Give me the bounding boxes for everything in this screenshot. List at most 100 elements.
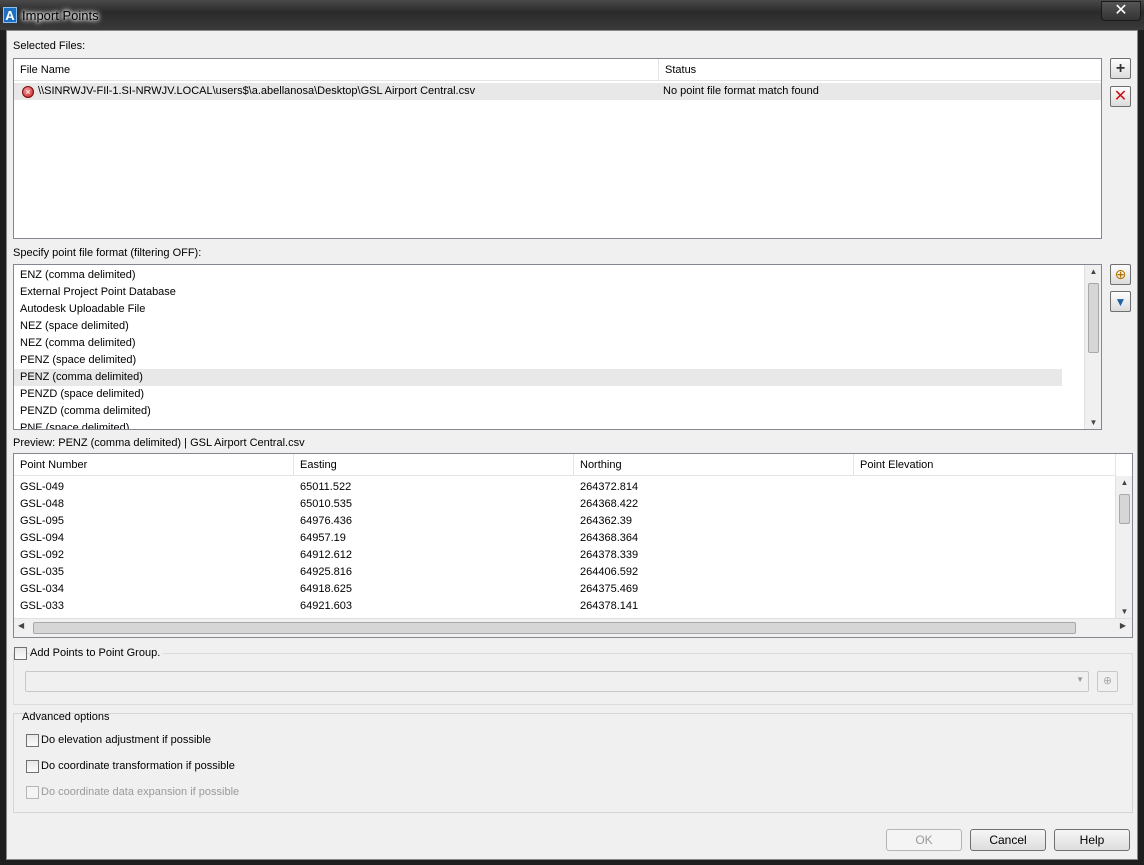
format-item-label: PENZ (space delimited)	[20, 354, 137, 366]
remove-file-button[interactable]: ✕	[1110, 86, 1131, 107]
dropdown-arrow-icon[interactable]: ▼	[1076, 675, 1084, 684]
format-item[interactable]: External Project Point Database	[14, 284, 1062, 301]
preview-cell: 264362.39	[580, 515, 632, 527]
add-file-button[interactable]: +	[1110, 58, 1131, 79]
preview-cell: 264406.592	[580, 566, 639, 578]
format-item-label: PENZD (comma delimited)	[20, 405, 151, 417]
format-item[interactable]: Autodesk Uploadable File	[14, 301, 1062, 318]
format-item[interactable]: PENZ (space delimited)	[14, 352, 1062, 369]
preview-cell: 64912.612	[300, 549, 352, 561]
preview-cell: 264372.814	[580, 481, 639, 493]
preview-horizontal-scrollbar[interactable]: ◀ ▶	[14, 618, 1132, 637]
preview-cell: 264368.422	[580, 498, 639, 510]
column-header-file-name[interactable]: File Name	[14, 59, 659, 81]
elevation-adjustment-checkbox[interactable]	[26, 734, 39, 747]
format-item-label: External Project Point Database	[20, 286, 176, 298]
preview-row[interactable]: GSL-094 64957.19 264368.364	[14, 530, 1114, 547]
ok-button[interactable]: OK	[886, 829, 962, 851]
preview-row[interactable]: GSL-049 65011.522 264372.814	[14, 479, 1114, 496]
column-header-status[interactable]: Status	[659, 59, 1101, 81]
preview-table[interactable]: Point Number Easting Northing Point Elev…	[13, 453, 1133, 638]
cancel-button[interactable]: Cancel	[970, 829, 1046, 851]
format-item-label: PENZ (comma delimited)	[20, 371, 143, 383]
column-header-northing[interactable]: Northing	[574, 454, 854, 476]
window-title: Import Points	[22, 8, 99, 23]
import-points-dialog: Selected Files: File Name Status × \\SIN…	[6, 30, 1138, 860]
preview-cell: 65010.535	[300, 498, 352, 510]
preview-cell: 264368.364	[580, 532, 639, 544]
preview-cell: 65011.522	[300, 481, 352, 493]
format-item[interactable]: NEZ (comma delimited)	[14, 335, 1062, 352]
format-filter-button[interactable]: ▼	[1110, 291, 1131, 312]
preview-cell: GSL-092	[20, 549, 65, 561]
format-item[interactable]: PNE (space delimited)	[14, 420, 1062, 430]
coordinate-transformation-label: Do coordinate transformation if possible	[41, 760, 235, 772]
preview-scroll-right-icon[interactable]: ▶	[1120, 621, 1126, 630]
preview-cell: GSL-094	[20, 532, 65, 544]
preview-cell: 264378.141	[580, 600, 639, 612]
preview-label: Preview: PENZ (comma delimited) | GSL Ai…	[13, 437, 305, 449]
scroll-up-arrow-icon[interactable]: ▲	[1085, 267, 1101, 276]
preview-vscroll-thumb[interactable]	[1119, 494, 1130, 524]
preview-cell: 64976.436	[300, 515, 352, 527]
help-button[interactable]: Help	[1054, 829, 1130, 851]
format-item-label: PNE (space delimited)	[20, 422, 130, 430]
preview-vertical-scrollbar[interactable]: ▲ ▼	[1115, 476, 1132, 618]
filter-icon: ▼	[1114, 295, 1127, 309]
preview-cell: 64957.19	[300, 532, 346, 544]
selected-files-label: Selected Files:	[13, 40, 86, 52]
file-row[interactable]: × \\SINRWJV-FIl-1.SI-NRWJV.LOCAL\users$\…	[14, 83, 1101, 100]
preview-cell: GSL-048	[20, 498, 65, 510]
preview-row[interactable]: GSL-095 64976.436 264362.39	[14, 513, 1114, 530]
preview-scroll-up-icon[interactable]: ▲	[1116, 478, 1132, 487]
point-group-dropdown[interactable]: ▼	[25, 671, 1089, 692]
point-file-format-manager-button[interactable]: ⊕	[1110, 264, 1131, 285]
preview-scroll-down-icon[interactable]: ▼	[1116, 607, 1132, 616]
preview-hscroll-thumb[interactable]	[33, 622, 1076, 634]
preview-scroll-left-icon[interactable]: ◀	[18, 621, 24, 630]
preview-row[interactable]: GSL-092 64912.612 264378.339	[14, 547, 1114, 564]
preview-cell: 64918.625	[300, 583, 352, 595]
format-item[interactable]: NEZ (space delimited)	[14, 318, 1062, 335]
format-item[interactable]: ENZ (comma delimited)	[14, 267, 1062, 284]
selected-files-list[interactable]: File Name Status × \\SINRWJV-FIl-1.SI-NR…	[13, 58, 1102, 239]
format-item-label: NEZ (comma delimited)	[20, 337, 136, 349]
elevation-adjustment-label: Do elevation adjustment if possible	[41, 734, 211, 746]
coordinate-data-expansion-checkbox[interactable]	[26, 786, 39, 799]
column-header-easting[interactable]: Easting	[294, 454, 574, 476]
pick-point-group-button[interactable]: ⊕	[1097, 671, 1118, 692]
preview-row[interactable]: GSL-035 64925.816 264406.592	[14, 564, 1114, 581]
scrollbar-thumb[interactable]	[1088, 283, 1099, 353]
advanced-options-title: Advanced options	[22, 711, 110, 723]
format-item-label: ENZ (comma delimited)	[20, 269, 136, 281]
file-status: No point file format match found	[663, 85, 819, 97]
preview-cell: GSL-034	[20, 583, 65, 595]
format-item[interactable]: PENZ (comma delimited)	[14, 369, 1062, 386]
format-item-label: Autodesk Uploadable File	[20, 303, 146, 315]
preview-cell: 264378.339	[580, 549, 639, 561]
column-header-point-elevation[interactable]: Point Elevation	[854, 454, 1116, 476]
preview-cell: 264375.469	[580, 583, 639, 595]
add-points-to-group-label: Add Points to Point Group.	[30, 647, 164, 659]
add-points-to-group-checkbox[interactable]	[14, 647, 27, 660]
format-item-label: NEZ (space delimited)	[20, 320, 129, 332]
preview-cell: GSL-095	[20, 515, 65, 527]
format-item[interactable]: PENZD (comma delimited)	[14, 403, 1062, 420]
error-icon: ×	[22, 86, 34, 98]
pick-in-drawing-icon: ⊕	[1102, 675, 1113, 687]
point-file-format-list[interactable]: ENZ (comma delimited) External Project Po…	[13, 264, 1102, 430]
preview-row[interactable]: GSL-034 64918.625 264375.469	[14, 581, 1114, 598]
format-item[interactable]: PENZD (space delimited)	[14, 386, 1062, 403]
column-header-point-number[interactable]: Point Number	[14, 454, 294, 476]
close-button[interactable]: ✕	[1101, 1, 1141, 21]
coordinate-data-expansion-label: Do coordinate data expansion if possible	[41, 786, 240, 798]
format-list-scrollbar[interactable]: ▲ ▼	[1084, 265, 1101, 429]
scroll-down-arrow-icon[interactable]: ▼	[1085, 418, 1101, 427]
file-name: \\SINRWJV-FIl-1.SI-NRWJV.LOCAL\users$\a.…	[38, 85, 476, 97]
coordinate-transformation-checkbox[interactable]	[26, 760, 39, 773]
preview-cell: 64925.816	[300, 566, 352, 578]
plus-icon: +	[1115, 60, 1126, 77]
preview-row[interactable]: GSL-048 65010.535 264368.422	[14, 496, 1114, 513]
preview-row[interactable]: GSL-033 64921.603 264378.141	[14, 598, 1114, 615]
preview-cell: 64921.603	[300, 600, 352, 612]
